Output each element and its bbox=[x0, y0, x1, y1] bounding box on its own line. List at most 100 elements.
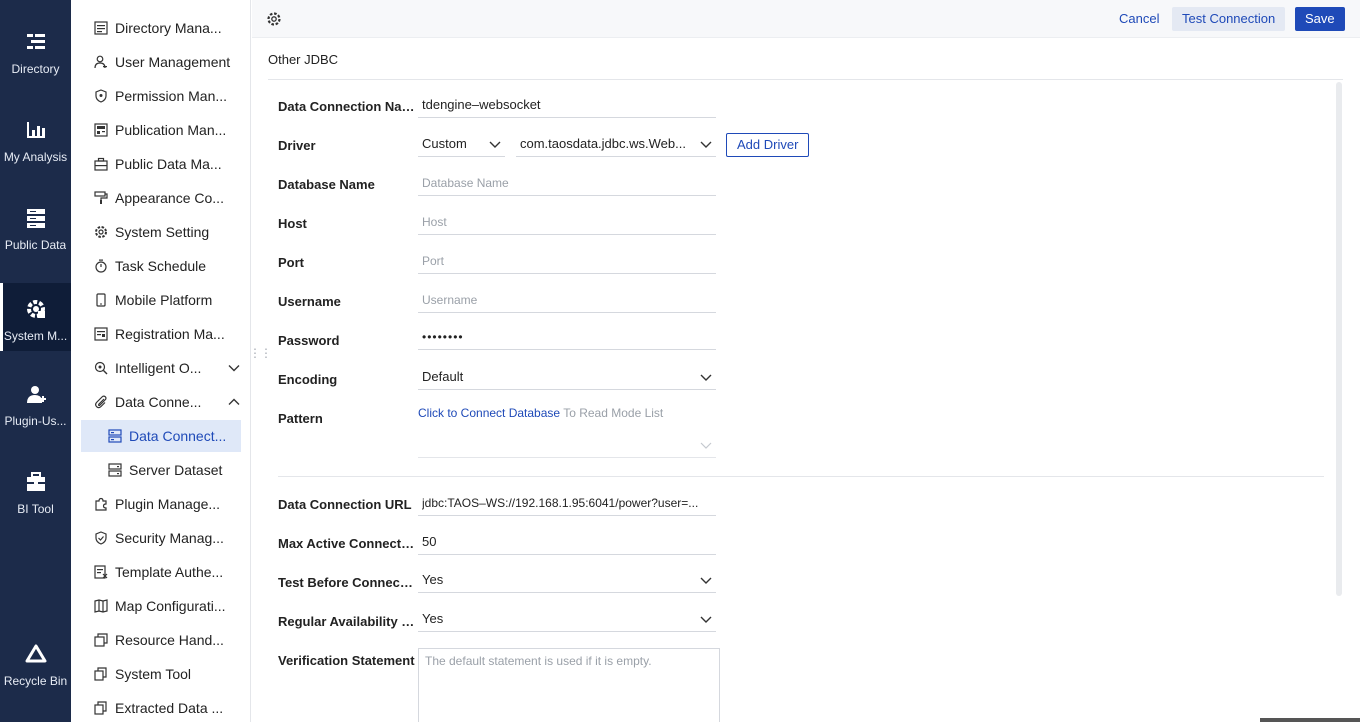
nav-item-label: Public Data Ma... bbox=[115, 156, 222, 172]
nav-item-label: Directory Mana... bbox=[115, 20, 222, 36]
nav-item-label: Intelligent O... bbox=[115, 360, 202, 376]
nav-item-label: Mobile Platform bbox=[115, 292, 213, 308]
nav-item-directory-management[interactable]: Directory Mana... bbox=[81, 12, 241, 44]
port-label: Port bbox=[278, 255, 304, 270]
resource-icon bbox=[93, 632, 109, 648]
driver-type-select[interactable]: Custom bbox=[418, 131, 505, 157]
test-before-select[interactable]: Yes bbox=[418, 567, 716, 593]
template-icon bbox=[93, 564, 109, 580]
gear-icon[interactable] bbox=[266, 11, 282, 27]
password-input[interactable]: •••••••• bbox=[418, 324, 716, 350]
rail-label: Public Data bbox=[4, 238, 67, 252]
username-input[interactable]: Username bbox=[418, 287, 716, 313]
max-active-input[interactable]: 50 bbox=[418, 529, 716, 555]
puzzle-icon bbox=[93, 496, 109, 512]
regular-check-select[interactable]: Yes bbox=[418, 606, 716, 632]
verification-label: Verification Statement bbox=[278, 653, 415, 668]
test-connection-button[interactable]: Test Connection bbox=[1172, 7, 1286, 31]
rail-label: System M... bbox=[3, 329, 68, 343]
connection-name-label: Data Connection Name bbox=[278, 99, 416, 114]
nav-item-registration-management[interactable]: Registration Ma... bbox=[81, 318, 241, 350]
nav-item-label: Publication Man... bbox=[115, 122, 227, 138]
add-driver-button[interactable]: Add Driver bbox=[726, 133, 810, 157]
briefcase-icon bbox=[93, 156, 109, 172]
url-value: jdbc:TAOS–WS://192.168.1.95:6041/power?u… bbox=[422, 495, 699, 510]
recycle-bin-icon bbox=[24, 642, 48, 666]
regular-check-label: Regular Availability C... bbox=[278, 614, 416, 629]
nav-item-publication-management[interactable]: Publication Man... bbox=[81, 114, 241, 146]
max-active-value: 50 bbox=[422, 534, 437, 549]
rail-item-system-management[interactable]: System M... bbox=[0, 283, 71, 351]
cancel-button[interactable]: Cancel bbox=[1119, 7, 1159, 31]
host-input[interactable]: Host bbox=[418, 209, 716, 235]
pattern-select[interactable] bbox=[418, 432, 716, 458]
publication-icon bbox=[93, 122, 109, 138]
driver-class-value: com.taosdata.jdbc.ws.Web... bbox=[520, 136, 686, 151]
nav-item-resource-handling[interactable]: Resource Hand... bbox=[81, 624, 241, 656]
panel-resize-handle[interactable]: ⋮⋮ bbox=[249, 347, 272, 368]
nav-item-task-schedule[interactable]: Task Schedule bbox=[81, 250, 241, 282]
intelligent-icon bbox=[93, 360, 109, 376]
nav-item-server-dataset[interactable]: Server Dataset bbox=[81, 454, 241, 486]
chevron-down-icon bbox=[700, 138, 712, 150]
nav-item-permission-management[interactable]: Permission Man... bbox=[81, 80, 241, 112]
verification-textarea[interactable]: The default statement is used if it is e… bbox=[418, 648, 720, 722]
rail-label: Directory bbox=[11, 62, 60, 76]
server-dataset-icon bbox=[107, 462, 123, 478]
host-label: Host bbox=[278, 216, 307, 231]
nav-item-label: Resource Hand... bbox=[115, 632, 224, 648]
database-icon bbox=[24, 206, 48, 230]
nav-item-data-connection[interactable]: Data Connect... bbox=[81, 420, 241, 452]
port-input[interactable]: Port bbox=[418, 248, 716, 274]
connection-name-input[interactable]: tdengine–websocket bbox=[418, 92, 716, 118]
url-input[interactable]: jdbc:TAOS–WS://192.168.1.95:6041/power?u… bbox=[418, 490, 716, 516]
rail-label: BI Tool bbox=[17, 502, 54, 516]
timer-icon bbox=[93, 258, 109, 274]
connection-name-value: tdengine–websocket bbox=[422, 97, 541, 112]
connect-database-link[interactable]: Click to Connect Database bbox=[418, 406, 560, 420]
database-name-placeholder: Database Name bbox=[422, 175, 509, 190]
nav-item-intelligent-operations[interactable]: Intelligent O... bbox=[81, 352, 241, 384]
nav-item-plugin-management[interactable]: Plugin Manage... bbox=[81, 488, 241, 520]
page-title: Other JDBC bbox=[268, 52, 339, 67]
chevron-down-icon bbox=[700, 574, 712, 586]
nav-item-appearance-configuration[interactable]: Appearance Co... bbox=[81, 182, 241, 214]
nav-item-system-tool[interactable]: System Tool bbox=[81, 658, 241, 690]
form-scrollbar[interactable] bbox=[1336, 82, 1342, 596]
chevron-down-icon bbox=[700, 613, 712, 625]
nav-item-data-connection-group[interactable]: Data Conne... bbox=[81, 386, 241, 418]
nav-item-map-configuration[interactable]: Map Configurati... bbox=[81, 590, 241, 622]
test-before-label: Test Before Connection bbox=[278, 575, 416, 590]
extract-icon bbox=[93, 700, 109, 716]
copy-icon bbox=[93, 666, 109, 682]
chevron-down-icon bbox=[227, 364, 241, 372]
nav-item-security-management[interactable]: Security Manag... bbox=[81, 522, 241, 554]
database-name-input[interactable]: Database Name bbox=[418, 170, 716, 196]
background-strip bbox=[1260, 718, 1360, 722]
nav-item-public-data-management[interactable]: Public Data Ma... bbox=[81, 148, 241, 180]
nav-item-user-management[interactable]: User Management bbox=[81, 46, 241, 78]
url-label: Data Connection URL bbox=[278, 497, 412, 512]
encoding-select[interactable]: Default bbox=[418, 364, 716, 390]
paperclip-icon bbox=[93, 394, 109, 410]
rail-item-my-analysis[interactable]: My Analysis bbox=[0, 104, 71, 174]
nav-item-extracted-data[interactable]: Extracted Data ... bbox=[81, 692, 241, 722]
save-button[interactable]: Save bbox=[1295, 7, 1345, 31]
nav-item-template-authentication[interactable]: Template Authe... bbox=[81, 556, 241, 588]
divider bbox=[278, 476, 1324, 477]
rail-item-bi-tool[interactable]: BI Tool bbox=[0, 456, 71, 526]
nav-item-label: Extracted Data ... bbox=[115, 700, 224, 716]
form-toolbar: Cancel Test Connection Save bbox=[252, 0, 1360, 38]
rail-item-directory[interactable]: Directory bbox=[0, 16, 71, 86]
list-icon bbox=[93, 20, 109, 36]
system-gear-icon bbox=[24, 297, 48, 321]
rail-item-plugin-user[interactable]: Plugin-Us... bbox=[0, 368, 71, 438]
rail-item-recycle-bin[interactable]: Recycle Bin bbox=[0, 628, 71, 698]
pattern-label: Pattern bbox=[278, 411, 323, 426]
nav-item-system-setting[interactable]: System Setting bbox=[81, 216, 241, 248]
rail-item-public-data[interactable]: Public Data bbox=[0, 192, 71, 262]
username-label: Username bbox=[278, 294, 341, 309]
nav-item-mobile-platform[interactable]: Mobile Platform bbox=[81, 284, 241, 316]
chevron-down-icon bbox=[700, 439, 712, 451]
driver-class-select[interactable]: com.taosdata.jdbc.ws.Web... bbox=[516, 131, 716, 157]
